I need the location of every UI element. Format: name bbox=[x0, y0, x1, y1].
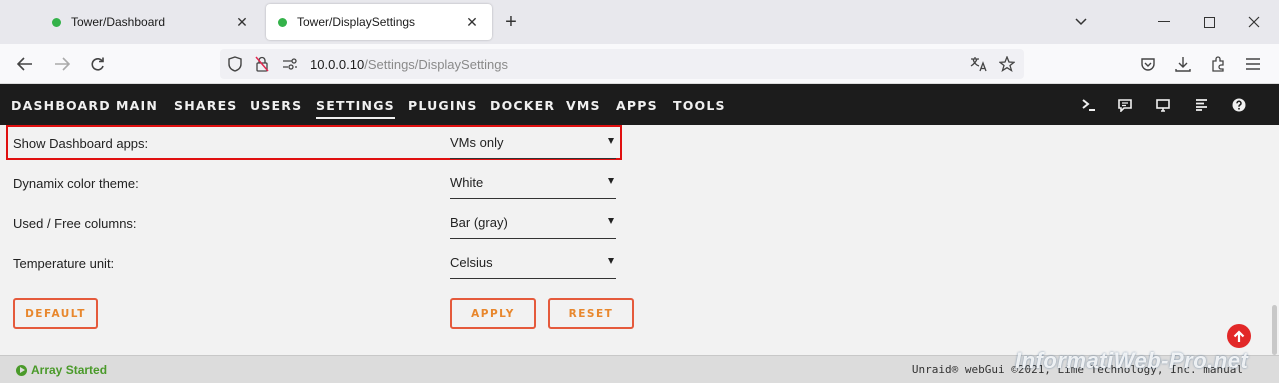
setting-row-dashboard-apps: Show Dashboard apps: VMs only bbox=[0, 125, 640, 165]
watermark: InformatiWeb-Pro.net bbox=[1015, 348, 1249, 373]
tab-title: Tower/DisplaySettings bbox=[297, 15, 416, 29]
apply-button[interactable]: APPLY bbox=[450, 298, 536, 329]
log-icon[interactable] bbox=[1192, 96, 1210, 114]
reload-icon[interactable] bbox=[85, 52, 109, 76]
menu-item-tools[interactable]: TOOLS bbox=[673, 98, 726, 113]
color-theme-select[interactable]: White bbox=[450, 171, 616, 199]
downloads-icon[interactable] bbox=[1171, 52, 1195, 76]
caret-down-icon bbox=[608, 138, 614, 144]
browser-tab-dashboard[interactable]: Tower/Dashboard ✕ bbox=[40, 4, 262, 40]
setting-row-used-free-columns: Used / Free columns: Bar (gray) bbox=[0, 205, 640, 245]
terminal-icon[interactable] bbox=[1080, 96, 1098, 114]
setting-row-color-theme: Dynamix color theme: White bbox=[0, 165, 640, 205]
menu-item-settings[interactable]: SETTINGS bbox=[316, 98, 395, 119]
url-text[interactable]: 10.0.0.10/Settings/DisplaySettings bbox=[310, 57, 508, 72]
forward-arrow-icon[interactable] bbox=[50, 52, 74, 76]
menu-item-docker[interactable]: DOCKER bbox=[490, 98, 555, 113]
browser-navigation-bar: 10.0.0.10/Settings/DisplaySettings bbox=[0, 44, 1279, 84]
tab-title: Tower/Dashboard bbox=[71, 15, 166, 29]
menu-item-users[interactable]: USERS bbox=[250, 98, 302, 113]
hamburger-menu-icon[interactable] bbox=[1241, 52, 1265, 76]
minimize-icon[interactable] bbox=[1154, 12, 1174, 32]
bookmark-star-icon[interactable] bbox=[997, 54, 1017, 74]
select-value: White bbox=[450, 175, 484, 190]
menu-item-dashboard[interactable]: DASHBOARD bbox=[11, 98, 111, 113]
unraid-top-menu: DASHBOARD MAIN SHARES USERS SETTINGS PLU… bbox=[0, 84, 1279, 125]
array-status-text: Array Started bbox=[31, 363, 108, 377]
display-settings-panel: Show Dashboard apps: VMs only Dynamix co… bbox=[0, 125, 1279, 355]
monitor-icon[interactable] bbox=[1154, 96, 1172, 114]
new-tab-icon[interactable]: + bbox=[500, 11, 522, 33]
back-arrow-icon[interactable] bbox=[13, 52, 37, 76]
scrollbar-thumb[interactable] bbox=[1272, 305, 1277, 355]
close-icon[interactable]: ✕ bbox=[234, 14, 250, 30]
caret-down-icon bbox=[608, 218, 614, 224]
extensions-icon[interactable] bbox=[1206, 52, 1230, 76]
menu-item-apps[interactable]: APPS bbox=[616, 98, 658, 113]
used-free-columns-select[interactable]: Bar (gray) bbox=[450, 211, 616, 239]
select-value: VMs only bbox=[450, 135, 504, 150]
default-button[interactable]: DEFAULT bbox=[13, 298, 98, 329]
caret-down-icon bbox=[608, 178, 614, 184]
url-path: /Settings/DisplaySettings bbox=[364, 57, 509, 72]
setting-label: Show Dashboard apps: bbox=[13, 136, 149, 151]
menu-item-shares[interactable]: SHARES bbox=[174, 98, 238, 113]
reset-button[interactable]: RESET bbox=[548, 298, 634, 329]
setting-row-temperature-unit: Temperature unit: Celsius bbox=[0, 245, 640, 285]
menu-item-plugins[interactable]: PLUGINS bbox=[408, 98, 478, 113]
page-scrollbar[interactable] bbox=[1270, 125, 1279, 355]
notifications-icon[interactable] bbox=[1116, 96, 1134, 114]
menu-item-vms[interactable]: VMS bbox=[566, 98, 601, 113]
select-value: Bar (gray) bbox=[450, 215, 508, 230]
url-host: 10.0.0.10 bbox=[310, 57, 365, 72]
site-status-icon bbox=[52, 17, 61, 27]
help-icon[interactable] bbox=[1230, 96, 1248, 114]
setting-label: Used / Free columns: bbox=[13, 216, 137, 231]
translate-icon[interactable] bbox=[969, 54, 989, 74]
setting-label: Temperature unit: bbox=[13, 256, 115, 271]
scroll-to-top-icon[interactable] bbox=[1227, 324, 1251, 348]
menu-item-main[interactable]: MAIN bbox=[116, 98, 158, 113]
site-status-icon bbox=[278, 17, 287, 27]
permissions-icon[interactable] bbox=[280, 54, 300, 74]
browser-tab-displaysettings[interactable]: Tower/DisplaySettings ✕ bbox=[266, 4, 492, 40]
close-icon[interactable]: ✕ bbox=[464, 14, 480, 30]
dashboard-apps-select[interactable]: VMs only bbox=[450, 131, 616, 159]
tab-list-chevron-icon[interactable] bbox=[1071, 12, 1091, 32]
pocket-icon[interactable] bbox=[1136, 52, 1160, 76]
browser-tab-strip: Tower/Dashboard ✕ Tower/DisplaySettings … bbox=[0, 0, 1279, 44]
maximize-icon[interactable] bbox=[1199, 12, 1219, 32]
select-value: Celsius bbox=[450, 255, 493, 270]
shield-icon[interactable] bbox=[225, 54, 245, 74]
setting-label: Dynamix color theme: bbox=[13, 176, 139, 191]
address-bar[interactable]: 10.0.0.10/Settings/DisplaySettings bbox=[220, 49, 1024, 79]
insecure-lock-icon[interactable] bbox=[252, 54, 272, 74]
temperature-unit-select[interactable]: Celsius bbox=[450, 251, 616, 279]
play-circle-icon bbox=[16, 364, 27, 376]
close-window-icon[interactable] bbox=[1244, 12, 1264, 32]
caret-down-icon bbox=[608, 258, 614, 264]
array-status: Array Started bbox=[16, 363, 107, 377]
